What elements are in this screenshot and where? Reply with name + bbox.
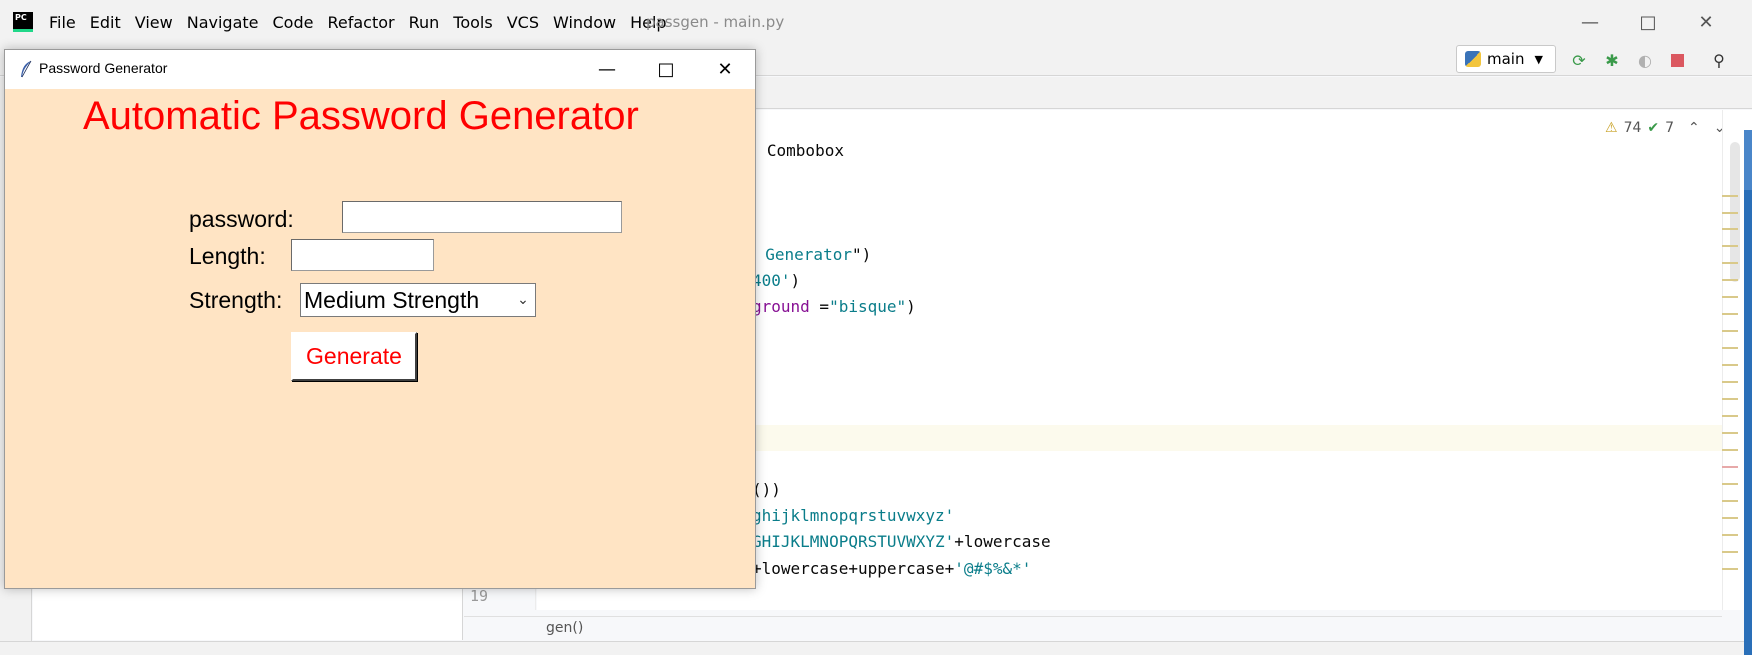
run-configuration-selector[interactable]: main ▼ <box>1456 45 1556 73</box>
debug-icon[interactable]: ✱ <box>1601 49 1623 71</box>
error-stripe-mark[interactable] <box>1722 381 1738 383</box>
menu-item-tools[interactable]: Tools <box>446 13 499 32</box>
desktop-background <box>1744 130 1752 190</box>
strength-selected-value: Medium Strength <box>304 286 480 313</box>
code-line: 400') <box>752 271 801 290</box>
tk-window-title: Password Generator <box>39 60 168 76</box>
error-stripe-mark[interactable] <box>1722 449 1738 451</box>
menu-items: File Edit View Navigate Code Refactor Run Tools… <box>42 0 674 44</box>
code-line: d Generator") <box>746 245 872 264</box>
error-stripe-mark[interactable] <box>1722 551 1738 553</box>
stop-icon[interactable] <box>1666 49 1688 71</box>
pycharm-logo-icon: PC <box>13 12 33 32</box>
line-number: 19 <box>470 587 489 605</box>
window-title: passgen - main.py <box>646 13 785 31</box>
error-stripe-mark[interactable] <box>1722 296 1738 298</box>
code-line: ground ="bisque") <box>752 297 916 316</box>
error-stripe-mark[interactable] <box>1722 279 1738 281</box>
error-stripe-mark[interactable] <box>1722 432 1738 434</box>
close-icon[interactable]: ✕ <box>1684 8 1728 36</box>
python-icon <box>1465 51 1481 67</box>
menu-item-view[interactable]: View <box>128 13 180 32</box>
strength-label: Strength: <box>189 287 283 313</box>
error-stripe-mark[interactable] <box>1722 313 1738 315</box>
coverage-icon[interactable]: ◐ <box>1634 49 1656 71</box>
password-label: password: <box>189 206 294 232</box>
typo-check-icon: ✔ <box>1647 120 1660 136</box>
password-output-field[interactable] <box>342 201 622 233</box>
status-bar <box>0 641 1752 655</box>
breadcrumb-item[interactable]: gen() <box>546 620 583 636</box>
warning-count: 74 <box>1623 120 1642 136</box>
maximize-icon[interactable]: □ <box>1626 8 1670 36</box>
error-stripe-mark[interactable] <box>1722 517 1738 519</box>
desktop-background <box>1744 190 1752 655</box>
error-stripe-mark[interactable] <box>1722 500 1738 502</box>
run-config-name: main <box>1487 50 1525 68</box>
code-line: ghijklmnopqrstuvwxyz' <box>752 506 955 525</box>
error-stripe-mark[interactable] <box>1722 483 1738 485</box>
chevron-down-icon[interactable]: ⌄ <box>515 292 531 308</box>
length-label: Length: <box>189 243 266 269</box>
menu-item-file[interactable]: File <box>42 13 83 32</box>
minimize-icon[interactable]: — <box>587 54 627 84</box>
chevron-down-icon: ▼ <box>1534 52 1543 66</box>
typo-count: 7 <box>1665 120 1675 136</box>
code-line: +lowercase+uppercase+'@#$%&*' <box>752 559 1032 578</box>
error-stripe-mark[interactable] <box>1722 534 1738 536</box>
chevron-up-icon[interactable]: ⌃ <box>1688 120 1700 136</box>
menu-item-window[interactable]: Window <box>546 13 623 32</box>
error-stripe-mark[interactable] <box>1722 364 1738 366</box>
warning-icon: ⚠ <box>1605 120 1618 136</box>
menu-item-vcs[interactable]: VCS <box>500 13 546 32</box>
error-stripe-mark[interactable] <box>1722 466 1738 468</box>
feather-icon <box>21 60 32 78</box>
password-generator-window: Password Generator — □ ✕ Automatic Passw… <box>4 49 756 589</box>
search-icon[interactable]: ⚲ <box>1708 49 1730 71</box>
error-stripe-mark[interactable] <box>1722 245 1738 247</box>
strength-combobox[interactable]: Medium Strength ⌄ <box>300 283 536 317</box>
code-line: ()) <box>752 480 781 499</box>
menu-item-refactor[interactable]: Refactor <box>320 13 401 32</box>
error-stripe-mark[interactable] <box>1722 262 1738 264</box>
error-stripe-mark[interactable] <box>1722 347 1738 349</box>
minimize-icon[interactable]: — <box>1568 8 1612 36</box>
menu-item-code[interactable]: Code <box>266 13 321 32</box>
error-stripe-mark[interactable] <box>1722 330 1738 332</box>
rerun-icon[interactable]: ⟳ <box>1568 49 1590 71</box>
menu-bar: PC File Edit View Navigate Code Refactor Run To… <box>0 0 1752 44</box>
error-stripe-mark[interactable] <box>1722 415 1738 417</box>
generate-button[interactable]: Generate <box>291 332 417 381</box>
page-title: Automatic Password Generator <box>83 94 639 138</box>
close-icon[interactable]: ✕ <box>705 54 745 84</box>
breadcrumb: gen() <box>464 616 1722 640</box>
menu-item-edit[interactable]: Edit <box>83 13 128 32</box>
maximize-icon[interactable]: □ <box>646 54 686 84</box>
code-line: GHIJKLMNOPQRSTUVWXYZ'+lowercase <box>752 532 1051 551</box>
length-input[interactable] <box>291 239 434 271</box>
menu-item-navigate[interactable]: Navigate <box>180 13 266 32</box>
error-stripe-mark[interactable] <box>1722 568 1738 570</box>
menu-item-run[interactable]: Run <box>402 13 447 32</box>
tk-title-bar[interactable]: Password Generator — □ ✕ <box>5 50 755 89</box>
error-stripe-mark[interactable] <box>1722 212 1738 214</box>
error-stripe-mark[interactable] <box>1722 398 1738 400</box>
error-stripe-mark[interactable] <box>1722 228 1738 230</box>
inspection-widget[interactable]: ⚠ 74 ✔ 7 ⌃ ⌄ <box>1605 118 1726 138</box>
error-stripe-mark[interactable] <box>1722 195 1738 197</box>
